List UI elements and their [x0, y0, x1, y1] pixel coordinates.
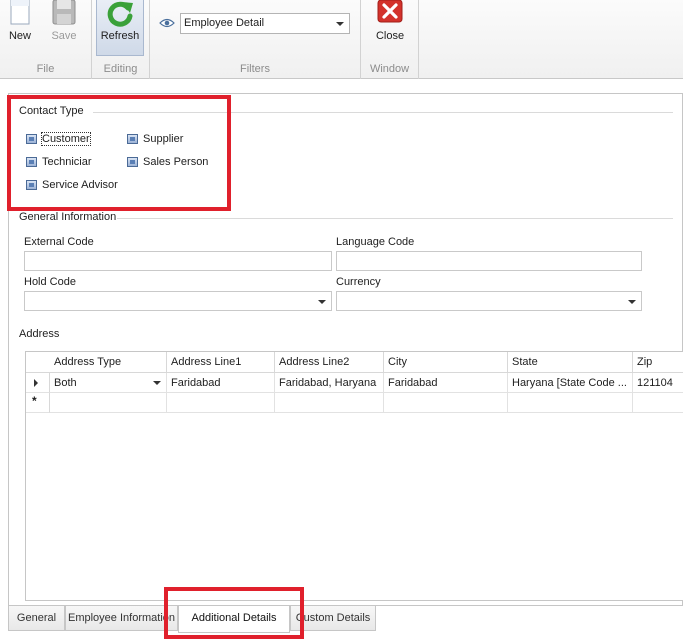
- window-group-label: Window: [369, 63, 410, 75]
- save-disk-icon: [52, 0, 76, 25]
- technician-checkbox[interactable]: Techniciar: [26, 154, 92, 170]
- external-code-label: External Code: [24, 236, 94, 248]
- new-row-cell[interactable]: [633, 393, 683, 413]
- cell-city[interactable]: Faridabad: [384, 373, 508, 393]
- checkbox-icon: [127, 134, 138, 144]
- new-row-cell[interactable]: [384, 393, 508, 413]
- currency-label: Currency: [336, 276, 381, 288]
- tab-custom-details[interactable]: Custom Details: [290, 606, 376, 631]
- hold-code-select[interactable]: [24, 291, 332, 311]
- checkbox-icon: [127, 157, 138, 167]
- language-code-label: Language Code: [336, 236, 415, 248]
- ribbon: New Save File Refresh Editing Filters Em…: [0, 0, 683, 79]
- tab-employee-information[interactable]: Employee Information: [65, 606, 178, 631]
- sales-person-checkbox-label: Sales Person: [143, 156, 209, 168]
- address-grid: Address Type Address Line1 Address Line2…: [25, 351, 683, 601]
- details-panel: Contact Type Customer Supplier Technicia…: [8, 93, 683, 606]
- checkbox-icon: [26, 134, 37, 144]
- chevron-down-icon: [628, 300, 636, 304]
- chevron-down-icon: [318, 300, 326, 304]
- new-row-marker: *: [32, 394, 37, 408]
- row-indicator-header: [26, 352, 51, 373]
- chevron-down-icon: [153, 381, 161, 385]
- tab-additional-details[interactable]: Additional Details: [178, 606, 290, 633]
- column-header-city[interactable]: City: [384, 352, 508, 373]
- customer-checkbox-label: Customer: [41, 132, 91, 146]
- close-icon: [377, 0, 403, 23]
- column-header-address-type[interactable]: Address Type: [50, 352, 167, 373]
- new-row-cell[interactable]: [275, 393, 384, 413]
- ribbon-group-file: New Save File: [0, 0, 92, 79]
- current-row-arrow-icon: [34, 379, 38, 387]
- new-row-cell[interactable]: [50, 393, 167, 413]
- refresh-icon: [107, 1, 133, 27]
- service-advisor-checkbox[interactable]: Service Advisor: [26, 177, 118, 193]
- address-title: Address: [19, 328, 60, 340]
- supplier-checkbox-label: Supplier: [143, 133, 184, 145]
- view-filter-value: Employee Detail: [184, 17, 265, 29]
- file-group-label: File: [36, 63, 55, 75]
- external-code-field[interactable]: [24, 251, 332, 271]
- chevron-down-icon: [336, 22, 344, 26]
- save-button-label: Save: [51, 30, 77, 42]
- refresh-button-label: Refresh: [100, 30, 140, 42]
- ribbon-group-filters: Filters: [150, 0, 361, 79]
- new-document-icon: [10, 0, 30, 25]
- new-row-cell[interactable]: [167, 393, 275, 413]
- hold-code-label: Hold Code: [24, 276, 76, 288]
- close-button-label: Close: [375, 30, 405, 42]
- close-button[interactable]: Close: [370, 0, 410, 56]
- customer-checkbox[interactable]: Customer: [26, 131, 91, 147]
- column-header-address-line1[interactable]: Address Line1: [167, 352, 275, 373]
- save-button[interactable]: Save: [44, 0, 84, 56]
- cell-address-type[interactable]: Both: [50, 373, 167, 393]
- cell-address-line2[interactable]: Faridabad, Haryana: [275, 373, 384, 393]
- general-information-divider: [117, 218, 673, 219]
- contact-type-divider: [93, 112, 673, 113]
- eye-icon: [159, 18, 175, 28]
- tab-general[interactable]: General: [8, 606, 65, 631]
- new-row-indicator[interactable]: *: [26, 393, 50, 413]
- address-type-value: Both: [54, 377, 77, 389]
- service-advisor-checkbox-label: Service Advisor: [42, 179, 118, 191]
- technician-checkbox-label: Techniciar: [42, 156, 92, 168]
- general-information-title: General Information: [19, 211, 117, 223]
- new-row-cell[interactable]: [508, 393, 633, 413]
- ribbon-group-editing: Refresh Editing: [92, 0, 150, 79]
- filters-group-label: Filters: [240, 63, 270, 75]
- currency-select[interactable]: [336, 291, 642, 311]
- language-code-field[interactable]: [336, 251, 642, 271]
- supplier-checkbox[interactable]: Supplier: [127, 131, 183, 147]
- new-button[interactable]: New: [0, 0, 40, 56]
- sales-person-checkbox[interactable]: Sales Person: [127, 154, 208, 170]
- new-button-label: New: [8, 30, 31, 42]
- column-header-address-line2[interactable]: Address Line2: [275, 352, 384, 373]
- view-filter-combo[interactable]: Employee Detail: [180, 13, 350, 34]
- ribbon-group-window: Close Window: [361, 0, 419, 79]
- contact-type-title: Contact Type: [19, 105, 84, 117]
- cell-address-line1[interactable]: Faridabad: [167, 373, 275, 393]
- column-header-state[interactable]: State: [508, 352, 633, 373]
- checkbox-icon: [26, 157, 37, 167]
- cell-zip[interactable]: 121104: [633, 373, 683, 393]
- refresh-button[interactable]: Refresh: [96, 0, 144, 56]
- editing-group-label: Editing: [103, 63, 138, 75]
- row-indicator[interactable]: [26, 373, 50, 393]
- checkbox-icon: [26, 180, 37, 190]
- cell-state[interactable]: Haryana [State Code ...: [508, 373, 633, 393]
- tab-bar: General Employee Information Additional …: [0, 606, 683, 642]
- column-header-zip[interactable]: Zip: [633, 352, 683, 373]
